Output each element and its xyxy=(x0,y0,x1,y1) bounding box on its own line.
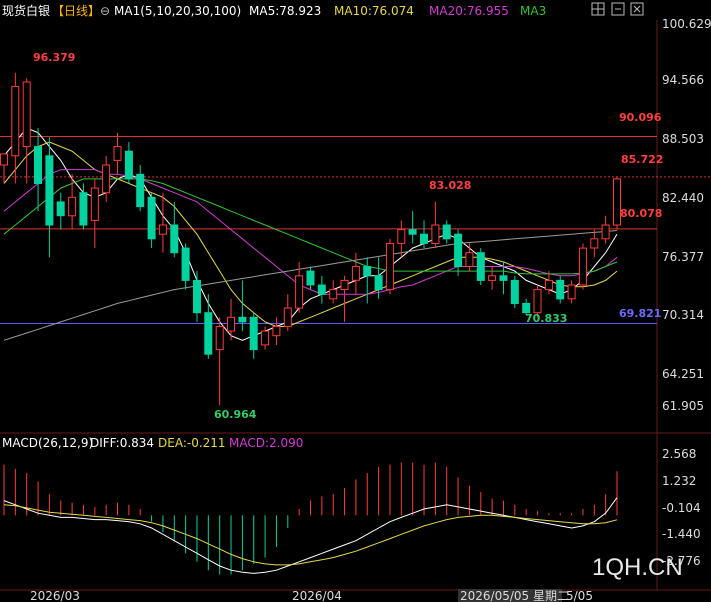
candle-down xyxy=(306,270,315,286)
settings-icon[interactable]: ⊖ xyxy=(100,4,110,18)
period-label[interactable]: 【日线】 xyxy=(52,4,100,18)
price-tick: 88.503 xyxy=(662,132,704,146)
candle-up xyxy=(590,238,599,249)
ma-params: MA1(5,10,20,30,100) xyxy=(114,4,241,18)
candle-up xyxy=(385,243,394,291)
candle-up xyxy=(272,326,281,337)
candle-up xyxy=(601,224,610,240)
macd-dea-value: DEA:-0.211 xyxy=(158,436,226,450)
macd-tick: -0.104 xyxy=(662,501,701,515)
candle-up xyxy=(11,86,20,157)
macd-tick: -1.440 xyxy=(662,527,701,541)
annotation-trough2: 70.833 xyxy=(525,312,567,325)
candle-down xyxy=(181,247,190,281)
candle-down xyxy=(556,279,565,300)
candle-up xyxy=(340,279,349,291)
macd-tick: 1.232 xyxy=(662,474,696,488)
candle-up xyxy=(283,307,292,327)
silver-daily-chart[interactable]: 现货白银 【日线】 ⊖ MA1(5,10,20,30,100) MA5:78.9… xyxy=(0,0,711,602)
candle-up xyxy=(397,229,406,244)
candle-up xyxy=(431,224,440,244)
macd-tick: 2.568 xyxy=(662,447,696,461)
candle-up xyxy=(329,289,338,300)
date-tick: 5/05 xyxy=(566,589,593,602)
candle-down xyxy=(374,275,383,291)
date-tick: 2026/03 xyxy=(30,589,80,602)
candle-down xyxy=(420,233,428,244)
candle-up xyxy=(488,275,497,281)
macd-params: MACD(26,12,9) xyxy=(2,436,93,450)
ma20-value: MA20:76.955 xyxy=(429,4,509,18)
price-tick: 100.629 xyxy=(662,17,711,31)
annotation-low: 60.964 xyxy=(214,408,257,421)
candle-down xyxy=(79,192,88,226)
price-tick: 70.314 xyxy=(662,308,704,322)
candle-down xyxy=(124,150,133,180)
annotation-high: 96.379 xyxy=(33,51,75,64)
candle-down xyxy=(249,316,258,351)
candle-up xyxy=(261,330,270,346)
price-tick: 94.566 xyxy=(662,73,704,87)
candle-up xyxy=(578,247,587,286)
candle-down xyxy=(317,284,326,295)
watermark: 1QH.CN xyxy=(592,554,683,581)
price-tick: 82.440 xyxy=(662,191,704,205)
ma10-value: MA10:76.074 xyxy=(334,4,414,18)
candle-up xyxy=(0,153,8,166)
ma5-value: MA5:78.923 xyxy=(249,4,321,18)
candle-down xyxy=(499,275,508,281)
candle-down xyxy=(136,173,145,208)
candle-up xyxy=(102,164,111,194)
candle-up xyxy=(351,266,360,281)
candle-down xyxy=(193,279,201,314)
candle-down xyxy=(56,201,65,217)
candle-up xyxy=(227,316,235,332)
crosshair-date: 2026/05/05 星期二 xyxy=(460,589,569,602)
candle-down xyxy=(454,233,463,267)
date-tick: 2026/04 xyxy=(292,589,342,602)
candle-up xyxy=(113,146,122,161)
candle-up xyxy=(533,289,542,314)
symbol-title: 现货白银 xyxy=(2,3,50,18)
macd-diff-value: DIFF:0.834 xyxy=(90,436,154,450)
candle-down xyxy=(510,279,519,304)
candle-down xyxy=(147,196,156,240)
candle-down xyxy=(170,224,179,254)
candle-down xyxy=(204,312,213,355)
price-tick: 76.377 xyxy=(662,250,704,264)
candle-up xyxy=(295,275,304,309)
hline-lower-label: 69.821 xyxy=(619,307,661,320)
hline-upper-label: 90.096 xyxy=(619,111,662,124)
candle-down xyxy=(238,316,247,323)
hline-middle-label: 80.078 xyxy=(620,207,662,220)
macd-hist-value: MACD:2.090 xyxy=(229,436,303,450)
price-tick: 61.905 xyxy=(662,399,704,413)
candle-up xyxy=(22,81,31,148)
candle-down xyxy=(45,155,54,226)
annotation-peak2: 83.028 xyxy=(429,179,471,192)
candle-down xyxy=(34,146,42,185)
candle-up xyxy=(465,252,474,267)
candle-down xyxy=(476,252,485,281)
candle-up xyxy=(215,326,224,351)
candle-down xyxy=(408,229,417,235)
candle-up xyxy=(567,284,576,300)
annotation-last-high: 85.722 xyxy=(621,153,663,166)
candle-up xyxy=(544,279,553,291)
candle-up xyxy=(158,224,167,235)
candle-down xyxy=(363,266,372,277)
candle-up xyxy=(90,187,99,221)
candle-up xyxy=(68,196,77,217)
candle-down xyxy=(442,224,451,240)
price-tick: 64.251 xyxy=(662,367,704,381)
ma3-label: MA3 xyxy=(520,4,546,18)
